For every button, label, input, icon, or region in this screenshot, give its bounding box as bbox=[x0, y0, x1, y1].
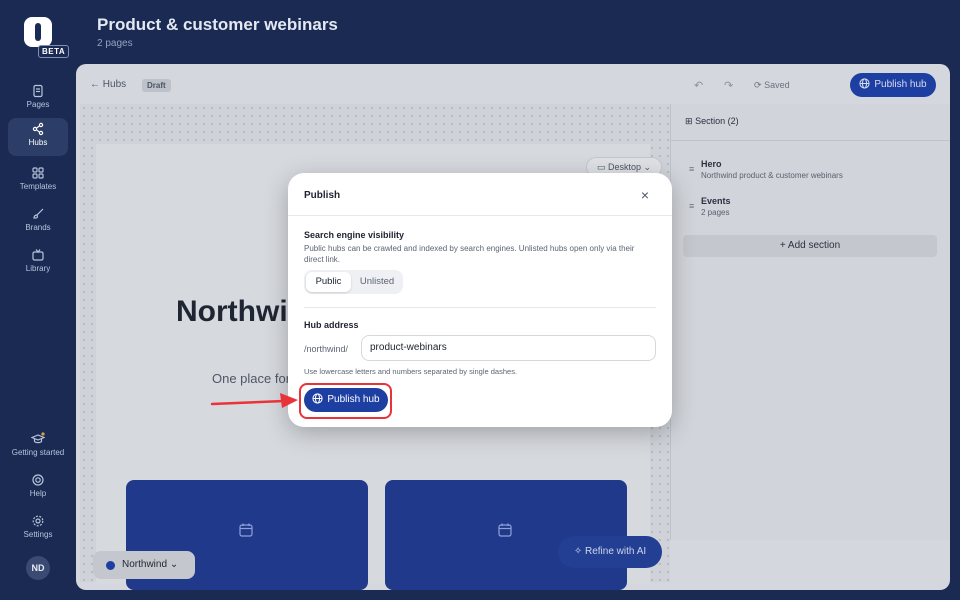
sparkle-icon: ✧ bbox=[573, 546, 583, 557]
event-card[interactable] bbox=[385, 480, 627, 590]
share-icon bbox=[32, 122, 44, 136]
nav-help[interactable]: Help bbox=[8, 469, 68, 507]
nav-settings[interactable]: Settings bbox=[8, 510, 68, 548]
brand-selector-label: Northwind bbox=[122, 559, 168, 570]
divider bbox=[671, 140, 950, 141]
calendar-icon bbox=[498, 523, 512, 537]
brush-icon bbox=[33, 208, 44, 219]
nav-brands[interactable]: Brands bbox=[8, 203, 68, 241]
brand-color-dot bbox=[106, 561, 115, 570]
app-logo[interactable] bbox=[24, 17, 52, 47]
undo-icon[interactable]: ↶ bbox=[694, 79, 703, 92]
status-badge: Draft bbox=[142, 79, 171, 92]
hub-address-prefix: /northwind/ bbox=[304, 344, 349, 354]
nav-library-label: Library bbox=[25, 264, 51, 273]
refine-label: Refine with AI bbox=[585, 546, 647, 557]
calendar-icon bbox=[239, 523, 253, 537]
hub-address-input[interactable]: product-webinars bbox=[361, 335, 656, 361]
section-name: Hero bbox=[701, 159, 722, 169]
dialog-title: Publish bbox=[304, 190, 341, 201]
saved-label: Saved bbox=[764, 80, 790, 90]
nav-templates[interactable]: Templates bbox=[8, 162, 68, 200]
pages-icon bbox=[33, 84, 43, 98]
section-item-events[interactable]: Events 2 pages bbox=[701, 196, 731, 217]
lifebuoy-icon bbox=[32, 474, 44, 486]
redo-icon[interactable]: ↷ bbox=[724, 79, 733, 92]
saved-status: ⟳ Saved bbox=[754, 80, 790, 91]
annotation-arrow-icon bbox=[210, 393, 298, 408]
tv-icon bbox=[32, 249, 44, 261]
user-avatar[interactable]: ND bbox=[26, 556, 50, 580]
back-label: Hubs bbox=[102, 79, 127, 90]
divider bbox=[304, 307, 656, 308]
left-rail: BETA Pages Hubs Templates Brands Library… bbox=[0, 0, 76, 600]
highlight-box bbox=[299, 383, 392, 419]
nav-pages[interactable]: Pages bbox=[8, 80, 68, 118]
brand-selector[interactable]: Northwind ⌄ bbox=[93, 551, 195, 579]
plus-icon: + bbox=[779, 240, 786, 251]
chevron-down-icon: ⌄ bbox=[169, 559, 179, 570]
section-detail: 2 pages bbox=[701, 208, 730, 217]
sync-icon: ⟳ bbox=[754, 80, 762, 90]
nav-getting-started[interactable]: Getting started bbox=[8, 428, 68, 466]
grid-icon: ⊞ bbox=[685, 116, 693, 126]
sections-header: ⊞ Section (2) bbox=[685, 116, 739, 127]
nav-hubs[interactable]: Hubs bbox=[8, 118, 68, 156]
arrow-left-icon: ← bbox=[90, 79, 100, 90]
nav-pages-label: Pages bbox=[26, 100, 50, 109]
drag-handle-icon[interactable]: ≡ bbox=[689, 201, 694, 211]
globe-icon bbox=[859, 78, 870, 89]
section-item-hero[interactable]: Hero Northwind product & customer webina… bbox=[701, 159, 843, 180]
hub-address-hint: Use lowercase letters and numbers separa… bbox=[304, 367, 518, 376]
visibility-description: Public hubs can be crawled and indexed b… bbox=[304, 244, 635, 264]
device-label: Desktop bbox=[607, 162, 641, 172]
visibility-heading: Search engine visibility bbox=[304, 230, 405, 240]
chevron-down-icon: ⌄ bbox=[643, 162, 652, 172]
publish-hub-top-label: Publish hub bbox=[874, 79, 927, 90]
visibility-toggle: Public Unlisted bbox=[304, 270, 403, 294]
section-name: Events bbox=[701, 196, 731, 206]
nav-library[interactable]: Library bbox=[8, 244, 68, 282]
page-title: Product & customer webinars bbox=[97, 15, 338, 34]
publish-hub-button-top[interactable]: Publish hub bbox=[850, 73, 936, 97]
nav-hubs-label: Hubs bbox=[28, 138, 48, 147]
beta-badge: BETA bbox=[38, 45, 70, 58]
hero-subtitle: One place for bbox=[212, 371, 291, 386]
add-section-button[interactable]: + Add section bbox=[683, 235, 937, 257]
add-section-label: Add section bbox=[787, 240, 841, 251]
back-link[interactable]: ← Hubs bbox=[90, 79, 126, 90]
sections-panel: ⊞ Section (2) ≡ Hero Northwind product &… bbox=[670, 104, 950, 540]
visibility-option-unlisted[interactable]: Unlisted bbox=[353, 272, 401, 292]
refine-with-ai-button[interactable]: ✧ Refine with AI bbox=[558, 536, 662, 568]
section-detail: Northwind product & customer webinars bbox=[701, 171, 843, 180]
nav-brands-label: Brands bbox=[25, 223, 51, 232]
monitor-icon: ▭ bbox=[596, 162, 606, 172]
nav-templates-label: Templates bbox=[19, 182, 57, 191]
close-icon[interactable]: × bbox=[636, 186, 654, 204]
hero-title: Northwind bbox=[176, 295, 296, 328]
grid-icon bbox=[32, 167, 44, 179]
page-subtitle: 2 pages bbox=[97, 38, 133, 49]
sections-header-label: Section (2) bbox=[695, 116, 739, 126]
nav-getting-started-label: Getting started bbox=[11, 448, 65, 457]
gear-icon bbox=[32, 515, 44, 527]
graduation-cap-icon bbox=[31, 432, 45, 444]
drag-handle-icon[interactable]: ≡ bbox=[689, 164, 694, 174]
visibility-option-public[interactable]: Public bbox=[306, 272, 351, 292]
divider bbox=[288, 215, 672, 216]
hub-address-heading: Hub address bbox=[304, 320, 359, 330]
nav-help-label: Help bbox=[29, 489, 47, 498]
nav-settings-label: Settings bbox=[23, 530, 53, 539]
